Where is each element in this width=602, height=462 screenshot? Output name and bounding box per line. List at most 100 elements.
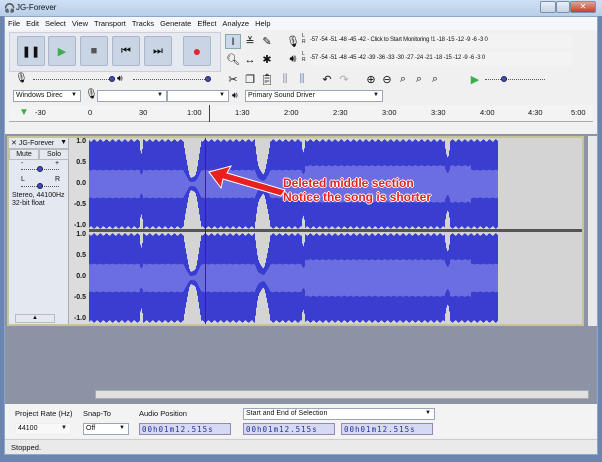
scissors-icon: ✂ [228, 74, 238, 86]
status-bar: Stopped. [5, 439, 597, 454]
trim-button[interactable]: ⫼ [277, 72, 293, 87]
menu-effect[interactable]: Effect [194, 17, 219, 28]
vertical-scrollbar[interactable] [588, 136, 597, 326]
pan-knob[interactable] [37, 183, 43, 189]
playback-meter[interactable]: -57 -54 -51 -48 -45 -42 -39 -36 -33 -30 … [310, 52, 572, 66]
play-at-speed-button[interactable]: ▶ [467, 72, 483, 87]
zoom-toggle-button[interactable]: ⌕ [427, 72, 443, 87]
playback-device-select[interactable]: Primary Sound Driver ▼ [245, 90, 383, 102]
menu-analyze[interactable]: Analyze [219, 17, 252, 28]
menu-transport[interactable]: Transport [91, 17, 129, 28]
recording-volume-knob[interactable] [109, 76, 115, 82]
recording-channels-select[interactable]: ▼ [167, 90, 229, 102]
ruler-tick-label: 4:30 [528, 108, 543, 117]
microphone-icon: 🎙︎ [85, 89, 98, 100]
menu-help[interactable]: Help [252, 17, 273, 28]
timeline-ruler[interactable]: ▼ -30 0 30 1:00 1:30 2:00 2:30 3:00 3:30 4:00 4:30… [9, 105, 593, 122]
zoom-tool[interactable]: 🔍︎ [225, 52, 241, 67]
fit-selection-button[interactable]: ⌕ [395, 72, 411, 87]
fit-project-icon: ⌕ [415, 73, 423, 85]
undo-button[interactable]: ↶ [319, 72, 335, 87]
recording-device-select[interactable]: ▼ [97, 90, 167, 102]
selection-end-field[interactable]: 00h01m12.515s [341, 423, 433, 435]
minimize-button[interactable] [540, 1, 556, 13]
project-rate-select[interactable]: 44100 ▼ [15, 423, 71, 435]
gain-knob[interactable] [37, 166, 43, 172]
menu-generate[interactable]: Generate [157, 17, 194, 28]
audio-position-label: Audio Position [139, 409, 187, 418]
double-arrow-icon: ↔ [244, 53, 256, 66]
play-icon: ▶ [470, 74, 480, 86]
playback-volume-knob[interactable] [205, 76, 211, 82]
skip-end-button[interactable]: ⏭ [144, 36, 172, 66]
pan-right-label: R [55, 176, 61, 183]
i-beam-icon: I [231, 35, 235, 48]
record-meter[interactable]: -57 -54 -51 -48 -45 -42 - Click to Start… [310, 34, 572, 48]
play-icon: ▶ [57, 45, 67, 58]
zoom-in-button[interactable]: ⊕ [363, 72, 379, 87]
play-button[interactable]: ▶ [48, 36, 76, 66]
multi-tool[interactable]: ✱ [259, 52, 275, 67]
undo-icon: ↶ [322, 74, 332, 86]
paste-button[interactable]: 📋︎ [259, 72, 275, 87]
snap-to-select[interactable]: Off ▼ [83, 423, 129, 435]
draw-tool[interactable]: ✎ [259, 34, 275, 49]
speaker-icon: 🔊︎ [289, 53, 297, 65]
selection-start-field[interactable]: 00h01m12.515s [243, 423, 335, 435]
selection-mode-select[interactable]: Start and End of Selection ▼ [243, 408, 435, 420]
cut-button[interactable]: ✂ [225, 72, 241, 87]
audio-host-select[interactable]: Windows Direc ▼ [13, 90, 81, 102]
pause-icon: ❚❚ [21, 45, 41, 58]
track-menu[interactable]: ✕ JG-Forever ▼ [9, 138, 69, 149]
dropdown-icon: ▼ [60, 139, 67, 146]
title-bar: 🎧 JG-Forever ✕ [0, 0, 602, 16]
pause-button[interactable]: ❚❚ [17, 36, 45, 66]
gain-max-label: + [55, 160, 60, 167]
maximize-button[interactable] [556, 1, 570, 13]
stop-button[interactable]: ■ [80, 36, 108, 66]
record-meter-button[interactable]: 🎙︎ [285, 34, 301, 49]
vertical-ruler-left: 1.0 0.5 0.0 -0.5 -1.0 [69, 138, 89, 231]
copy-button[interactable]: ❐ [242, 72, 258, 87]
solo-button[interactable]: Solo [39, 149, 69, 160]
copy-icon: ❐ [245, 74, 255, 86]
speaker-volume-icon: 🔊︎ [117, 73, 123, 83]
horizontal-scrollbar[interactable] [95, 390, 589, 399]
play-meter-button[interactable]: 🔊︎ [285, 52, 301, 67]
envelope-tool[interactable]: ≚ [242, 34, 258, 49]
menu-file[interactable]: File [5, 17, 23, 28]
close-track-icon[interactable]: ✕ [11, 140, 19, 147]
timeshift-tool[interactable]: ↔ [242, 52, 258, 67]
window-title: JG-Forever [16, 3, 57, 12]
amplitude-label: -0.5 [73, 294, 86, 301]
zoom-out-button[interactable]: ⊖ [379, 72, 395, 87]
envelope-icon: ≚ [245, 36, 255, 48]
playback-volume-slider[interactable] [133, 79, 209, 80]
ruler-tick-label: 3:30 [431, 108, 446, 117]
mute-button[interactable]: Mute [9, 149, 39, 160]
menu-select[interactable]: Select [42, 17, 69, 28]
silence-button[interactable]: ⫼ [294, 72, 310, 87]
redo-button[interactable]: ↷ [336, 72, 352, 87]
record-button[interactable]: ● [183, 36, 211, 66]
audio-position-field[interactable]: 00h01m12.515s [139, 423, 231, 435]
zoom-out-icon: ⊖ [382, 74, 392, 86]
cursor-marker [209, 105, 210, 122]
fit-project-button[interactable]: ⌕ [411, 72, 427, 87]
skip-start-button[interactable]: ⏮ [112, 36, 140, 66]
paste-icon: 📋︎ [260, 74, 274, 86]
amplitude-label: 1.0 [76, 231, 86, 238]
close-button[interactable]: ✕ [570, 1, 596, 13]
menu-edit[interactable]: Edit [23, 17, 42, 28]
menu-view[interactable]: View [69, 17, 91, 28]
play-speed-knob[interactable] [501, 76, 507, 82]
selection-tool[interactable]: I [225, 34, 241, 49]
collapse-track-button[interactable]: ▲ [15, 314, 55, 323]
menu-tracks[interactable]: Tracks [129, 17, 157, 28]
play-speed-slider[interactable] [485, 79, 545, 80]
stop-icon: ■ [90, 45, 98, 57]
amplitude-label: -1.0 [73, 315, 86, 322]
recording-volume-slider[interactable] [33, 79, 113, 80]
amplitude-label: 0.0 [76, 180, 86, 187]
audacity-window: File Edit Select View Transport Tracks Generat… [4, 16, 598, 455]
